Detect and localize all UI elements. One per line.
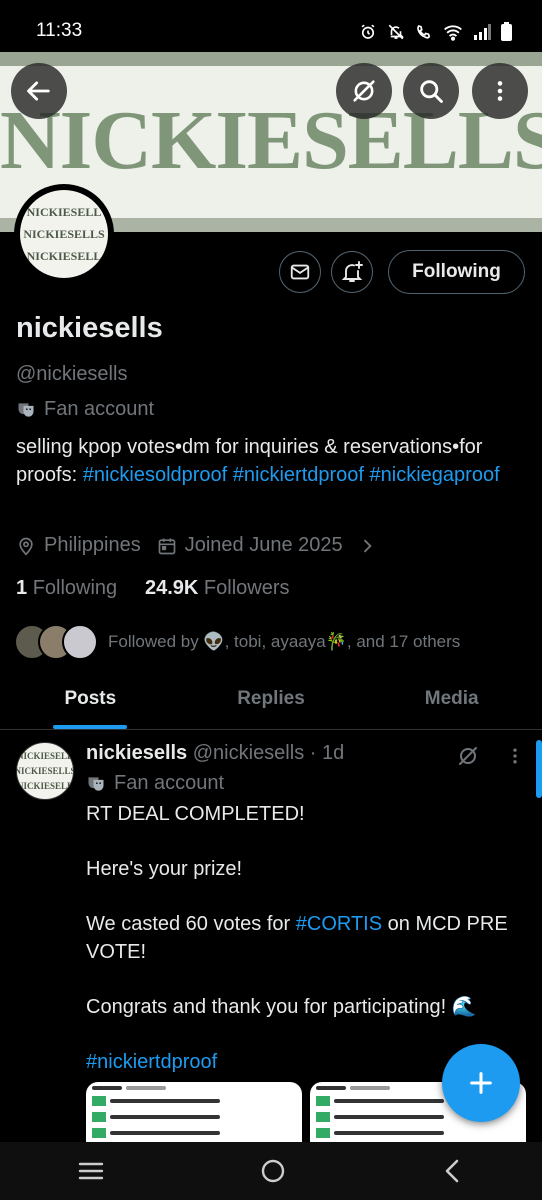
post-hashtag-link[interactable]: #nickiertdproof	[86, 1051, 217, 1073]
post-line: RT DEAL COMPLETED!	[86, 803, 305, 825]
post-line: Here's your prize!	[86, 858, 243, 880]
more-vertical-icon	[497, 81, 503, 101]
post-category: Fan account	[86, 772, 224, 795]
tab-posts[interactable]: Posts	[0, 674, 181, 729]
status-icons	[359, 22, 512, 41]
location-pin-icon	[19, 537, 33, 556]
followers-stat[interactable]: 24.9K Followers	[145, 577, 290, 599]
follow-stats: 1 Following 24.9K Followers	[16, 577, 289, 600]
calendar-icon	[158, 538, 176, 554]
post-author-name[interactable]: nickiesells	[86, 742, 187, 764]
recents-icon[interactable]	[77, 1159, 105, 1183]
scrollbar[interactable]	[536, 740, 542, 798]
profile-avatar[interactable]: NICKIESELL NICKIESELLS NICKIESELL	[20, 190, 108, 278]
wifi-icon	[444, 24, 462, 41]
banner-texture-top	[0, 52, 542, 66]
bio-hashtag-link[interactable]: #nickiertdproof	[233, 464, 364, 486]
grok-button[interactable]	[336, 63, 392, 119]
banner-logo-text: NICKIESELLS	[0, 94, 542, 187]
status-time: 11:33	[36, 20, 83, 41]
following-button[interactable]: Following	[388, 250, 525, 294]
joined-text: Joined June 2025	[184, 534, 343, 556]
compose-button[interactable]	[442, 1044, 520, 1122]
post-handle-time: @nickiesells · 1d	[192, 742, 345, 764]
mute-icon	[388, 24, 404, 39]
post-header: nickiesells @nickiesells · 1d	[86, 742, 344, 765]
tab-replies[interactable]: Replies	[181, 674, 362, 729]
post-hashtag-link[interactable]: #CORTIS	[296, 913, 382, 935]
post-line: Congrats and thank you for participating…	[86, 996, 477, 1018]
location-text: Philippines	[44, 534, 141, 556]
following-stat[interactable]: 1 Following	[16, 577, 117, 599]
bell-plus-icon	[341, 261, 363, 282]
more-options-button[interactable]	[472, 63, 528, 119]
follower-avatar	[62, 624, 98, 660]
back-nav-icon[interactable]	[441, 1157, 465, 1185]
profile-name: nickiesells	[16, 312, 163, 344]
post-line: We casted 60 votes for #CORTIS on MCD PR…	[86, 913, 508, 963]
notifications-button[interactable]	[331, 251, 373, 293]
profile-bio: selling kpop votes•dm for inquiries & re…	[16, 433, 526, 489]
search-button[interactable]	[403, 63, 459, 119]
tab-media[interactable]: Media	[361, 674, 542, 729]
battery-icon	[501, 22, 512, 41]
grok-icon	[353, 80, 375, 102]
profile-tabs: Posts Replies Media	[0, 674, 542, 730]
message-button[interactable]	[279, 251, 321, 293]
theater-masks-icon	[88, 776, 104, 791]
profile-category: Fan account	[16, 398, 154, 421]
plus-icon	[470, 1072, 492, 1094]
arrow-left-icon	[27, 81, 50, 101]
bio-hashtag-link[interactable]: #nickiesoldproof	[83, 464, 228, 486]
wifi-call-icon	[417, 24, 431, 39]
tab-indicator	[53, 725, 128, 729]
category-label: Fan account	[44, 398, 155, 420]
system-nav-bar	[0, 1142, 542, 1200]
profile-meta: Philippines Joined June 2025	[16, 534, 377, 557]
grok-icon[interactable]	[456, 744, 480, 768]
followed-by-text: Followed by 👽, tobi, ayaaya🎋, and 17 oth…	[108, 632, 461, 651]
mail-icon	[290, 264, 310, 280]
theater-masks-icon	[18, 402, 34, 417]
search-icon	[420, 80, 443, 103]
bio-hashtag-link[interactable]: #nickiegaproof	[370, 464, 500, 486]
chevron-right-icon	[363, 539, 372, 552]
followed-by[interactable]: Followed by 👽, tobi, ayaaya🎋, and 17 oth…	[14, 624, 460, 660]
home-icon[interactable]	[259, 1157, 287, 1185]
alarm-icon	[361, 24, 375, 39]
signal-icon	[474, 23, 491, 40]
profile-handle: @nickiesells	[16, 363, 128, 385]
post-more-icon[interactable]	[505, 745, 525, 767]
post-avatar[interactable]: NICKIESELL NICKIESELLS NICKIESELL	[16, 742, 74, 800]
back-button[interactable]	[11, 63, 67, 119]
